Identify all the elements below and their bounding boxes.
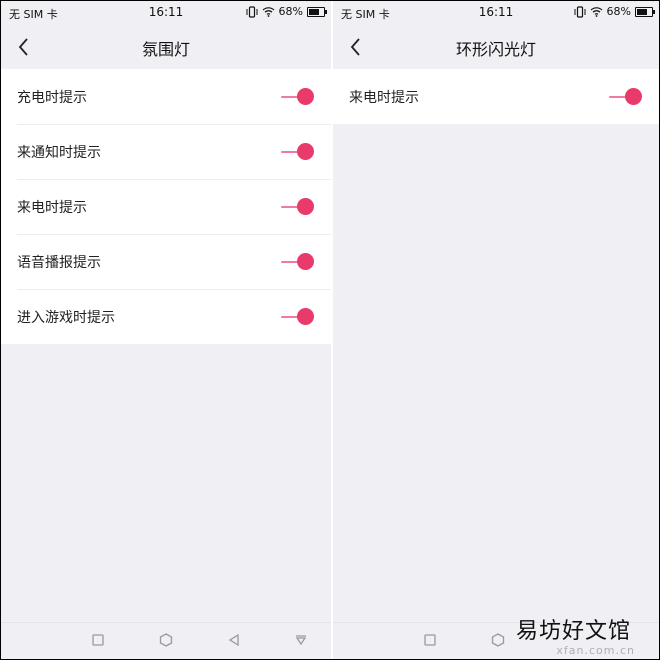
battery-fill — [637, 8, 647, 15]
toggle-switch[interactable] — [609, 87, 643, 107]
right-screen: 无 SIM 卡 16:11 68% 环形闪光灯 来电时提示 易坊好文馆 xfan… — [333, 1, 659, 659]
title-bar: 氛围灯 — [1, 25, 331, 69]
list-item: 充电时提示 — [1, 69, 331, 124]
watermark-subtext: xfan.com.cn — [556, 644, 635, 657]
toggle-knob — [297, 88, 314, 105]
toggle-knob — [297, 198, 314, 215]
toggle-switch[interactable] — [281, 197, 315, 217]
down-triangle-icon — [295, 635, 307, 646]
battery-icon — [307, 6, 327, 17]
list-item: 语音播报提示 — [1, 234, 331, 289]
watermark-text: 易坊好文馆 — [515, 619, 631, 644]
list-item: 来电时提示 — [1, 179, 331, 234]
title-bar: 环形闪光灯 — [333, 25, 659, 69]
back-key-button[interactable] — [227, 633, 241, 647]
left-screen: 无 SIM 卡 16:11 68% 氛围灯 充电时提示 来通知时提示 来电时提示… — [1, 1, 331, 659]
home-button[interactable] — [491, 633, 505, 647]
square-icon — [92, 634, 104, 646]
item-label: 充电时提示 — [17, 90, 87, 106]
item-label: 语音播报提示 — [17, 255, 101, 271]
settings-list: 来电时提示 — [333, 69, 659, 124]
status-icons: 68% — [574, 5, 655, 18]
list-item: 来通知时提示 — [1, 124, 331, 179]
battery-percent: 68% — [606, 5, 631, 18]
triangle-back-icon — [228, 633, 239, 647]
item-label: 进入游戏时提示 — [17, 310, 115, 326]
hexagon-icon — [491, 633, 505, 647]
vibrate-icon — [246, 5, 258, 18]
toggle-switch[interactable] — [281, 252, 315, 272]
status-bar: 无 SIM 卡 16:11 68% — [333, 1, 659, 25]
vibrate-icon — [574, 5, 586, 18]
battery-icon — [635, 6, 655, 17]
settings-list: 充电时提示 来通知时提示 来电时提示 语音播报提示 进入游戏时提示 — [1, 69, 331, 344]
status-icons: 68% — [246, 5, 327, 18]
status-bar: 无 SIM 卡 16:11 68% — [1, 1, 331, 25]
list-item: 来电时提示 — [333, 69, 659, 124]
wifi-icon — [590, 6, 603, 17]
item-label: 来电时提示 — [17, 200, 87, 216]
page-title: 环形闪光灯 — [455, 40, 536, 59]
system-nav-bar — [1, 622, 331, 659]
toggle-switch[interactable] — [281, 142, 315, 162]
hexagon-icon — [159, 633, 173, 647]
toggle-knob — [297, 143, 314, 160]
square-icon — [424, 634, 436, 646]
battery-percent: 68% — [278, 5, 303, 18]
item-label: 来通知时提示 — [17, 145, 101, 161]
screenshot-frame: 无 SIM 卡 16:11 68% 氛围灯 充电时提示 来通知时提示 来电时提示… — [0, 0, 660, 660]
toggle-switch[interactable] — [281, 307, 315, 327]
wifi-icon — [262, 6, 275, 17]
battery-fill — [309, 8, 319, 15]
home-button[interactable] — [159, 633, 173, 647]
recents-button[interactable] — [91, 633, 105, 647]
toggle-knob — [297, 253, 314, 270]
toggle-switch[interactable] — [281, 87, 315, 107]
list-item: 进入游戏时提示 — [1, 289, 331, 344]
hide-nav-button[interactable] — [294, 633, 308, 647]
item-label: 来电时提示 — [349, 90, 419, 106]
system-nav-bar: 易坊好文馆 xfan.com.cn — [333, 619, 659, 659]
recents-button[interactable] — [423, 633, 437, 647]
toggle-knob — [297, 308, 314, 325]
toggle-knob — [625, 88, 642, 105]
page-title: 氛围灯 — [141, 40, 190, 59]
